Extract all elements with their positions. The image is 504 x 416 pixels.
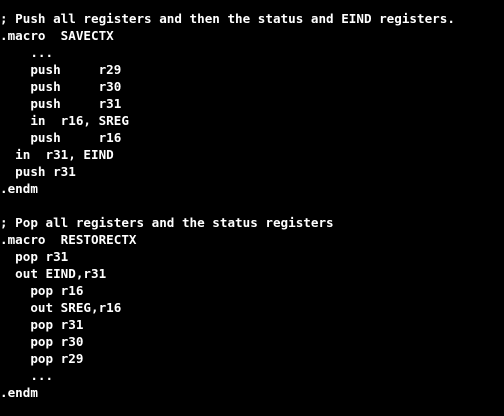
- code-line-push-r29: push r29: [0, 62, 122, 77]
- code-line-in-r31-eind: in r31, EIND: [0, 147, 114, 162]
- code-line-pop-r30: pop r30: [0, 334, 84, 349]
- code-line-out-eind-r31: out EIND,r31: [0, 266, 107, 281]
- code-line-endm-restore: .endm: [0, 385, 38, 400]
- code-line-push-r16: push r16: [0, 130, 122, 145]
- code-line-pop-r16: pop r16: [0, 283, 84, 298]
- code-line-push-r30: push r30: [0, 79, 122, 94]
- code-line-pop-r31-eind: pop r31: [0, 249, 69, 264]
- code-line-out-sreg-r16: out SREG,r16: [0, 300, 122, 315]
- code-line-comment-save: ; Push all registers and then the status…: [0, 11, 455, 26]
- code-line-comment-restore: ; Pop all registers and the status regis…: [0, 215, 334, 230]
- code-line-endm-save: .endm: [0, 181, 38, 196]
- code-line-push-r31: push r31: [0, 96, 122, 111]
- code-line-in-r16-sreg: in r16, SREG: [0, 113, 129, 128]
- code-line-pop-r31: pop r31: [0, 317, 84, 332]
- code-line-pop-r29: pop r29: [0, 351, 84, 366]
- code-line-push-r31-eind: push r31: [0, 164, 76, 179]
- code-line-macro-restorectx: .macro RESTORECTX: [0, 232, 137, 247]
- code-line-ellipsis: ...: [0, 45, 54, 60]
- code-line-ellipsis-restore: ...: [0, 368, 54, 383]
- code-line-macro-savectx: .macro SAVECTX: [0, 28, 114, 43]
- code-view: ; Push all registers and then the status…: [0, 0, 504, 416]
